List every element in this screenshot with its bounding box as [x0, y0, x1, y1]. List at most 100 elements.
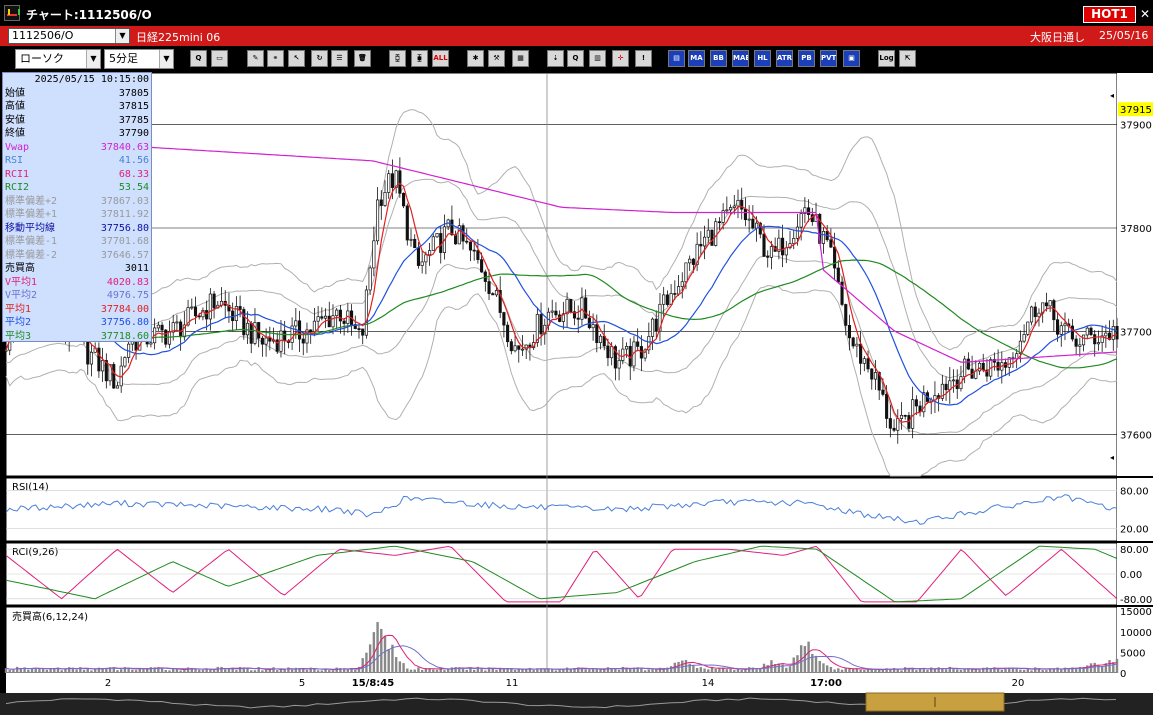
crosshair-icon[interactable]: ✛ — [612, 50, 629, 67]
volume-bar — [1089, 663, 1093, 673]
info-key: 標準偏差+2 — [5, 195, 58, 207]
volume-bar — [380, 628, 383, 673]
info-value: 4020.83 — [106, 276, 149, 288]
volume-bar — [807, 641, 810, 673]
cursor-icon[interactable]: ↖ — [288, 50, 305, 67]
volume-bar — [435, 669, 439, 673]
candle-body — [439, 233, 443, 253]
candle-body — [231, 310, 235, 321]
info-row: V平均2 4976.75 — [3, 289, 151, 303]
candle-body — [914, 399, 918, 407]
volume-bar — [420, 670, 424, 673]
hl-icon[interactable]: HL — [754, 50, 771, 67]
candle-body — [1026, 321, 1030, 335]
info-key: 平均3 — [5, 330, 32, 342]
candle-body — [435, 233, 439, 238]
info-row: 始値 37805 — [3, 87, 151, 101]
symbol-select[interactable]: 1112506/O ▼ — [8, 28, 130, 44]
volume-bar — [264, 669, 268, 673]
candle-alt-icon[interactable]: ⧯ — [411, 50, 428, 67]
candle-body — [799, 213, 803, 228]
candle-body — [156, 324, 160, 329]
info-value: 37646.57 — [100, 249, 149, 261]
bb-icon[interactable]: BB — [710, 50, 727, 67]
bar-chart-icon[interactable]: ▥ — [589, 50, 606, 67]
log-icon[interactable]: Log — [878, 50, 895, 67]
volume-bar — [959, 669, 963, 673]
chevron-down-icon[interactable]: ▼ — [86, 50, 100, 68]
title-bar: チャート:1112506/O HOT1 ✕ — [0, 0, 1153, 26]
atr-icon[interactable]: ATR — [776, 50, 793, 67]
candle-body — [1082, 334, 1086, 346]
candle-body — [205, 310, 209, 320]
scroll-down-icon: ◂ — [1110, 453, 1114, 462]
candle-icon[interactable]: ⧮ — [389, 50, 406, 67]
volume-bar — [82, 669, 86, 673]
order-icon[interactable]: ⇣ — [547, 50, 564, 67]
candle-body — [264, 337, 268, 345]
candle-body — [506, 324, 510, 343]
candle-body — [1048, 300, 1052, 307]
volume-bar — [413, 669, 416, 673]
info-key: 標準偏差-1 — [5, 236, 58, 247]
disabled-icon[interactable]: ! — [635, 50, 652, 67]
trash-icon[interactable]: 🗑 — [354, 50, 371, 67]
volume-bar — [1086, 665, 1089, 673]
candle-body — [911, 399, 915, 429]
candle-body — [736, 199, 740, 207]
info-value: 37805 — [118, 87, 149, 99]
chevron-down-icon[interactable]: ▼ — [115, 29, 129, 43]
candle-body — [1022, 334, 1026, 342]
tools-icon[interactable]: ⚒ — [488, 50, 505, 67]
candle-body — [762, 233, 766, 257]
refresh-icon[interactable]: ↻ — [311, 50, 328, 67]
zoom-icon[interactable]: Q — [190, 50, 207, 67]
magnify-icon[interactable]: Q — [567, 50, 584, 67]
candle-body — [491, 293, 495, 296]
volume-bar — [41, 668, 45, 673]
candle-body — [1111, 326, 1115, 340]
info-row: 標準偏差+1 37811.92 — [3, 208, 151, 222]
chevron-down-icon[interactable]: ▼ — [159, 50, 173, 68]
candle-body — [535, 314, 539, 343]
pane-0 — [5, 72, 1118, 477]
candle-body — [1096, 342, 1100, 345]
volume-bar — [785, 667, 788, 673]
candle-body — [676, 286, 681, 295]
candle-body — [1055, 319, 1060, 335]
volume-bar — [45, 669, 49, 673]
window-icon[interactable]: ▭ — [211, 50, 228, 67]
info-key: 平均2 — [5, 317, 32, 328]
hot-button[interactable]: HOT1 — [1083, 6, 1136, 23]
candle-body — [807, 207, 811, 215]
candle-body — [821, 230, 826, 244]
chart-type-value: ローソク — [20, 52, 64, 65]
palette-icon[interactable]: ▦ — [512, 50, 529, 67]
indicator-icon[interactable]: ▤ — [668, 50, 685, 67]
mae-icon[interactable]: MAE — [732, 50, 749, 67]
volume-bar — [643, 670, 647, 673]
volume-bar — [904, 667, 907, 673]
info-key: RSI — [5, 155, 24, 166]
ma-icon[interactable]: MA — [688, 50, 705, 67]
candle-body — [903, 414, 907, 417]
all-icon[interactable]: ALL — [432, 50, 449, 67]
volume-bar — [788, 666, 792, 673]
volume-bar — [517, 669, 520, 673]
interval-select[interactable]: 5分足 ▼ — [104, 49, 174, 69]
close-icon[interactable]: ✕ — [1138, 7, 1152, 21]
frame-icon[interactable]: ▣ — [843, 50, 860, 67]
memo-icon[interactable]: ☰ — [331, 50, 348, 67]
settings-icon[interactable]: ✱ — [467, 50, 484, 67]
chart-type-select[interactable]: ローソク ▼ — [15, 49, 101, 69]
link-icon[interactable]: ⚭ — [267, 50, 284, 67]
export-icon[interactable]: ⇱ — [899, 50, 916, 67]
pb-icon[interactable]: PB — [798, 50, 815, 67]
volume-bar — [250, 670, 253, 673]
rci-tick-label: 80.00 — [1120, 545, 1149, 556]
pvt-icon[interactable]: PVT — [820, 50, 837, 67]
pen-icon[interactable]: ✎ — [247, 50, 264, 67]
candle-body — [781, 237, 785, 256]
candle-body — [424, 254, 428, 263]
chart-canvas[interactable]: 37900 37800 37700 37600 37915 ◂ ◂ RSI(14) 80.00 2… — [0, 72, 1153, 715]
